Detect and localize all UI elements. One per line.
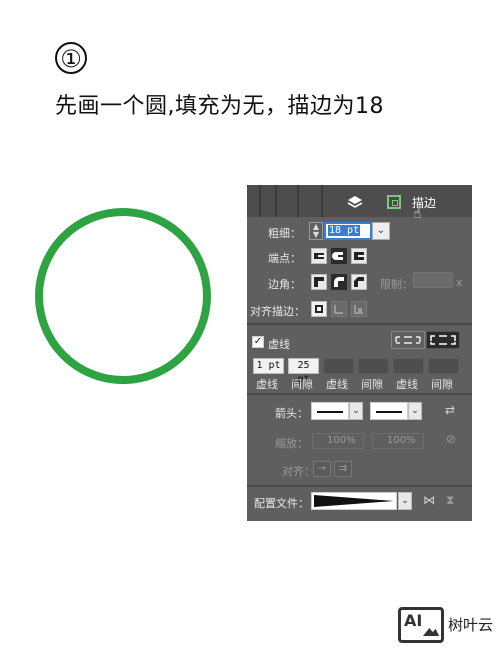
start-scale-input[interactable]: 100% [312,433,364,449]
flip-vertical-icon[interactable]: ⧗ [446,493,454,508]
start-arrowhead-chevron-icon[interactable]: ⌄ [349,402,363,420]
preserve-dash-button[interactable] [391,331,425,349]
weight-label: 粗细： [268,227,301,240]
panel-divider [247,485,472,487]
scale-label: 缩放： [275,437,308,450]
dash-2-label: 虚线 [326,378,348,391]
profile-chevron-icon[interactable]: ⌄ [398,492,412,510]
brand-logo-text: AI [404,611,423,630]
weight-input[interactable]: 18 pt [324,222,372,240]
projecting-cap-button[interactable] [351,248,367,264]
logo-mountain-icon [423,628,439,636]
dash-2-input[interactable] [323,358,354,374]
flip-horizontal-icon[interactable]: ⋈ [423,493,435,507]
miter-limit-suffix: x [456,276,463,289]
weight-dropdown-chevron-icon[interactable]: ⌄ [372,222,390,240]
round-cap-button[interactable] [331,248,347,264]
dashed-line-checkbox[interactable]: ✓ [252,336,264,348]
dash-3-input[interactable] [393,358,424,374]
dash-1-input[interactable]: 1 pt [253,358,284,374]
miter-limit-input[interactable] [413,272,453,288]
arrow-tip-beyond-button[interactable]: → [313,461,331,477]
gap-1-input[interactable]: 25 pt [288,358,319,385]
arrowheads-label: 箭头： [275,407,308,420]
gap-2-input[interactable] [358,358,389,374]
profile-label: 配置文件： [254,497,309,510]
instruction-text: 先画一个圆,填充为无，描边为18 [55,94,384,119]
dash-1-label: 虚线 [256,378,278,391]
end-arrowhead-select[interactable] [370,402,408,420]
arrow-tip-on-end-button[interactable]: ⇉ [334,461,352,477]
cap-label: 端点： [268,252,301,265]
align-stroke-center-button[interactable] [311,301,327,317]
start-arrowhead-select[interactable] [311,402,349,420]
layers-icon[interactable] [347,195,363,211]
gap-3-label: 间隙 [431,378,453,391]
corner-label: 边角： [268,278,301,291]
align-stroke-outside-button[interactable] [351,301,367,317]
butt-cap-button[interactable] [311,248,327,264]
stroke-tab-icon[interactable] [387,195,401,209]
link-scale-icon[interactable]: ⊘ [446,432,456,446]
gap-2-label: 间隙 [361,378,383,391]
green-circle-illustration [35,208,211,384]
bevel-join-button[interactable] [351,274,367,290]
panel-divider [247,393,472,395]
swap-arrowheads-icon[interactable]: ⇄ [445,403,455,417]
weight-stepper[interactable]: ▲ ▼ [309,222,323,240]
miter-limit-label: 限制： [380,278,413,291]
dash-3-label: 虚线 [396,378,418,391]
gap-3-input[interactable] [428,358,459,374]
hand-cursor-icon: ☝ [413,206,422,222]
step-number: ① [55,42,87,74]
profile-select[interactable] [311,492,397,510]
brand-name: 树叶云 [448,616,494,634]
end-arrowhead-chevron-icon[interactable]: ⌄ [408,402,422,420]
align-stroke-label: 对齐描边： [250,305,305,318]
gap-1-label: 间隙 [291,378,313,391]
end-scale-input[interactable]: 100% [372,433,424,449]
miter-join-button[interactable] [311,274,327,290]
dashed-line-label: 虚线 [268,338,290,351]
align-stroke-inside-button[interactable] [331,301,347,317]
round-join-button[interactable] [331,274,347,290]
brand-logo: AI [398,607,444,643]
align-dash-corners-button[interactable] [426,331,460,349]
panel-divider [247,323,472,325]
arrow-align-label: 对齐： [282,465,315,478]
